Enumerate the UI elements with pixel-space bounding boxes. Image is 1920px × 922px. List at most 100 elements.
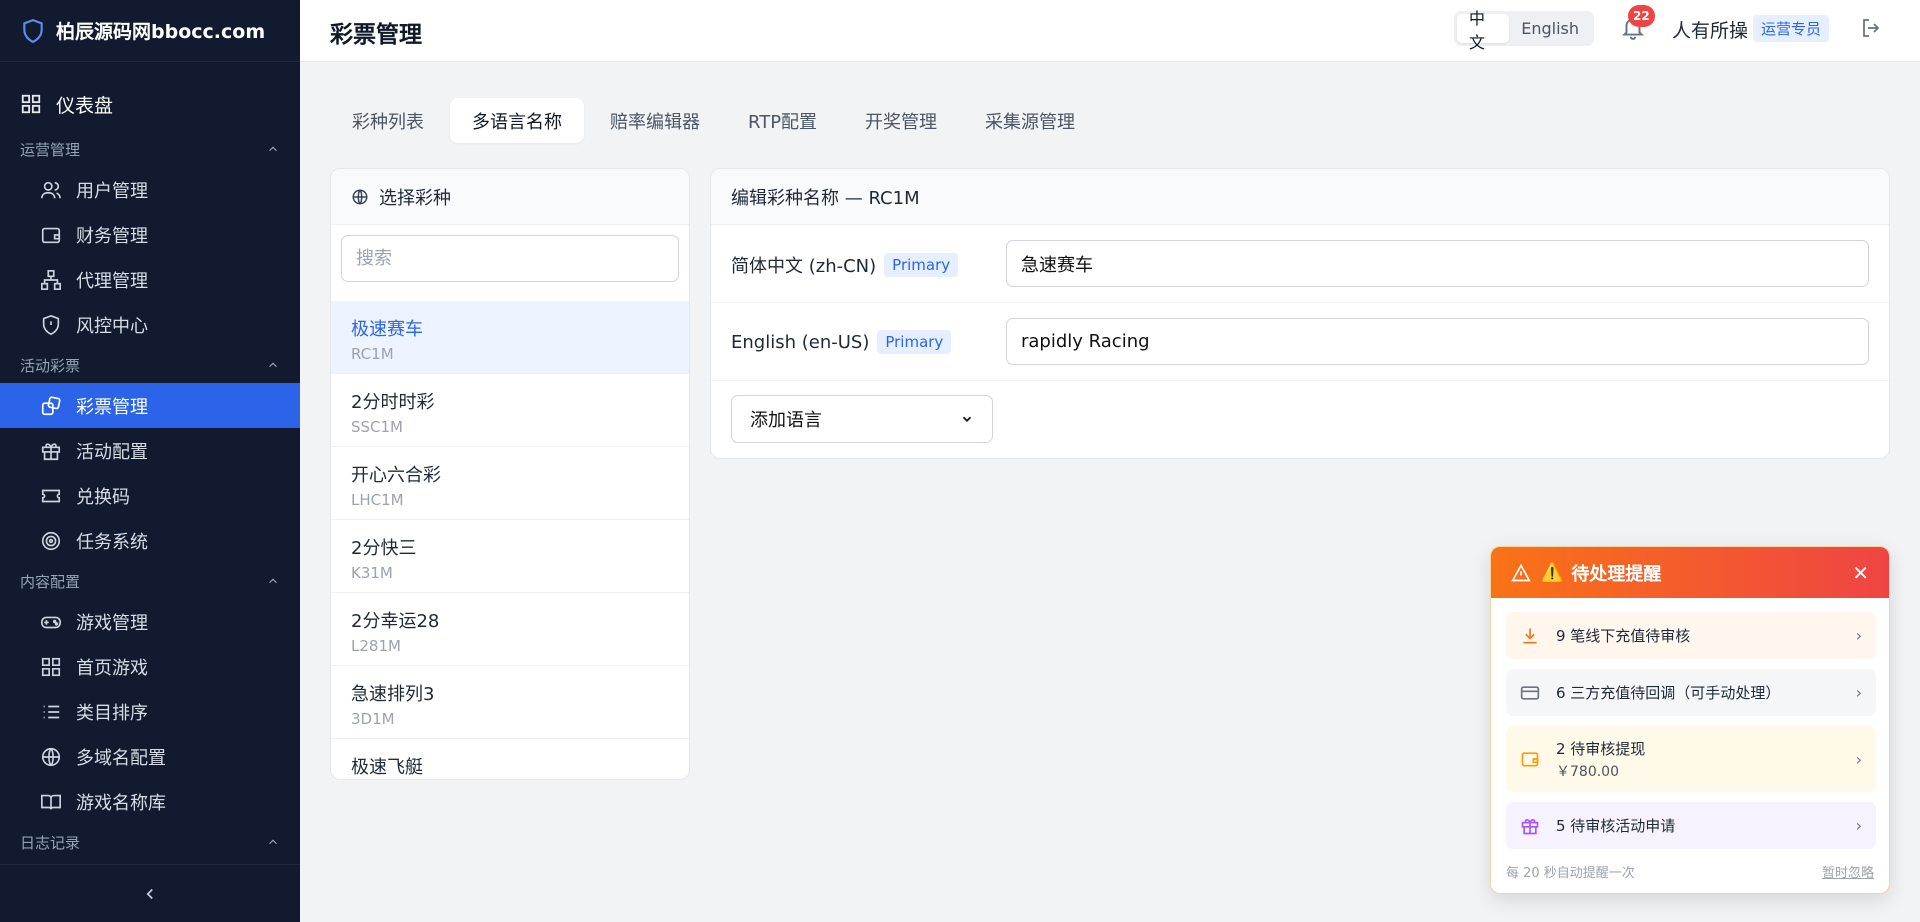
sidebar-item-category-sort[interactable]: 类目排序 [0,689,300,734]
list-item[interactable]: 极速赛车 RC1M [331,301,689,374]
download-icon [1520,626,1540,646]
sidebar-item-users[interactable]: 用户管理 [0,167,300,212]
lottery-name: 急速排列3 [351,684,435,705]
reminder-item-activity[interactable]: 5 待审核活动申请 › [1506,802,1876,849]
sidebar-item-label: 财务管理 [76,225,148,247]
brand[interactable]: 柏辰源码网bbocc.com [0,0,300,62]
name-input-zh[interactable] [1006,240,1869,287]
gamepad-icon [40,611,62,633]
group-title: 日志记录 [20,833,81,852]
sidebar-item-risk[interactable]: 风控中心 [0,302,300,347]
sidebar-item-finance[interactable]: 财务管理 [0,212,300,257]
tab-odds-editor[interactable]: 赔率编辑器 [588,98,722,143]
popup-footer: 每 20 秒自动提醒一次 暂时忽略 [1506,862,1874,881]
shield-alert-icon [40,314,62,336]
sidebar-item-lottery[interactable]: 彩票管理 [0,383,300,428]
lang-option-en[interactable]: English [1509,14,1591,43]
sidebar-item-label: 多域名配置 [76,747,166,769]
list-item[interactable]: 2分幸运28 L281M [331,593,689,666]
sidebar-group-content[interactable]: 内容配置 [0,563,300,599]
sidebar-item-label: 任务系统 [76,531,148,553]
sidebar-item-redeem[interactable]: 兑换码 [0,473,300,518]
tab-rtp-config[interactable]: RTP配置 [726,98,839,143]
sidebar-item-label: 彩票管理 [76,396,148,418]
name-editor-panel: 编辑彩种名称 — RC1M 简体中文 (zh-CN) Primary Engli… [710,168,1890,459]
auto-remind-note: 每 20 秒自动提醒一次 [1506,866,1635,881]
name-input-en[interactable] [1006,318,1869,365]
ignore-button[interactable]: 暂时忽略 [1822,862,1874,881]
close-icon[interactable]: ✕ [1852,561,1869,585]
card-icon [1520,683,1540,703]
page-title: 彩票管理 [330,22,422,48]
select-value: 添加语言 [750,410,822,431]
list-item[interactable]: 极速飞艇 [331,739,689,779]
lottery-name: 2分幸运28 [351,611,440,632]
language-name: 简体中文 (zh-CN) [731,256,877,277]
sidebar-group-operations[interactable]: 运营管理 [0,131,300,167]
reminder-amount: ￥780.00 [1556,763,1619,780]
sidebar-item-dashboard[interactable]: 仪表盘 [0,77,300,131]
lottery-code: SSC1M [351,418,404,436]
sidebar-item-label: 类目排序 [76,702,148,724]
lang-option-zh[interactable]: 中文 [1457,9,1510,52]
warning-emoji-icon: ⚠️ [1541,562,1564,583]
sidebar-item-games[interactable]: 游戏管理 [0,599,300,644]
list-item[interactable]: 2分时时彩 SSC1M [331,374,689,447]
tab-multilingual-names[interactable]: 多语言名称 [450,98,584,143]
panel-header: 选择彩种 [331,169,689,225]
sidebar-item-home-games[interactable]: 首页游戏 [0,644,300,689]
sidebar-item-label: 兑换码 [76,486,130,508]
globe-icon [351,188,369,206]
sidebar-group-logs[interactable]: 日志记录 [0,824,300,860]
chevron-right-icon: › [1855,683,1862,702]
role-badge: 运营专员 [1753,15,1830,42]
sidebar-item-label: 游戏管理 [76,612,148,634]
sidebar-item-tasks[interactable]: 任务系统 [0,518,300,563]
reminder-item-withdrawal[interactable]: 2 待审核提现 ￥780.00 › [1506,726,1876,792]
sidebar-item-label: 活动配置 [76,441,148,463]
sidebar-item-agents[interactable]: 代理管理 [0,257,300,302]
search-input[interactable] [341,235,679,282]
reminder-item-offline-deposit[interactable]: 9 笔线下充值待审核 › [1506,612,1876,659]
top-header: 彩票管理 中文 English 22 人有所操 运营专员 [300,0,1920,62]
lottery-select-panel: 选择彩种 极速赛车 RC1M 2分时时彩 SSC1M 开心六合彩 LHC1M 2… [330,168,690,780]
grid-icon [40,656,62,678]
logout-icon[interactable] [1859,16,1883,40]
chevron-left-icon [146,888,153,899]
wallet-icon [1520,749,1540,769]
sidebar-group-lottery[interactable]: 活动彩票 [0,347,300,383]
sidebar-collapse-button[interactable] [0,864,300,922]
lottery-name: 极速飞艇 [351,757,423,778]
tab-source-management[interactable]: 采集源管理 [963,98,1097,143]
sidebar-item-activity[interactable]: 活动配置 [0,428,300,473]
user-name[interactable]: 人有所操 [1672,16,1748,43]
list-item[interactable]: 2分快三 K31M [331,520,689,593]
reminder-item-third-party[interactable]: 6 三方充值待回调（可手动处理） › [1506,669,1876,716]
list-item[interactable]: 急速排列3 3D1M [331,666,689,739]
chevron-right-icon: › [1855,749,1862,769]
popup-header: ⚠️ 待处理提醒 ✕ [1491,547,1889,598]
sidebar: 柏辰源码网bbocc.com 仪表盘 运营管理 用户管理 财务管理 代理管理 风… [0,0,300,922]
chevron-up-icon [269,146,277,152]
sidebar-item-game-names[interactable]: 游戏名称库 [0,779,300,824]
lottery-code: 3D1M [351,710,395,728]
sidebar-item-domains[interactable]: 多域名配置 [0,734,300,779]
tab-draw-management[interactable]: 开奖管理 [843,98,959,143]
pending-reminder-popup: ⚠️ 待处理提醒 ✕ 9 笔线下充值待审核 › 6 三方充值待回调（可手动处理）… [1490,546,1890,894]
book-icon [40,791,62,813]
list-item[interactable]: 开心六合彩 LHC1M [331,447,689,520]
lottery-code: K31M [351,564,393,582]
tab-lottery-list[interactable]: 彩种列表 [330,98,446,143]
lottery-list: 极速赛车 RC1M 2分时时彩 SSC1M 开心六合彩 LHC1M 2分快三 K… [331,301,689,779]
wallet-icon [40,224,62,246]
lottery-name: 极速赛车 [351,319,423,340]
warning-icon [1511,563,1531,581]
primary-badge: Primary [877,330,952,354]
gift-icon [40,440,62,462]
tab-bar: 彩种列表 多语言名称 赔率编辑器 RTP配置 开奖管理 采集源管理 [330,98,1097,143]
lottery-code: L281M [351,637,401,655]
notification-count-badge: 22 [1628,5,1655,27]
lottery-name: 开心六合彩 [351,465,441,486]
chevron-up-icon [269,839,277,845]
add-language-select[interactable]: 添加语言 [731,395,993,443]
